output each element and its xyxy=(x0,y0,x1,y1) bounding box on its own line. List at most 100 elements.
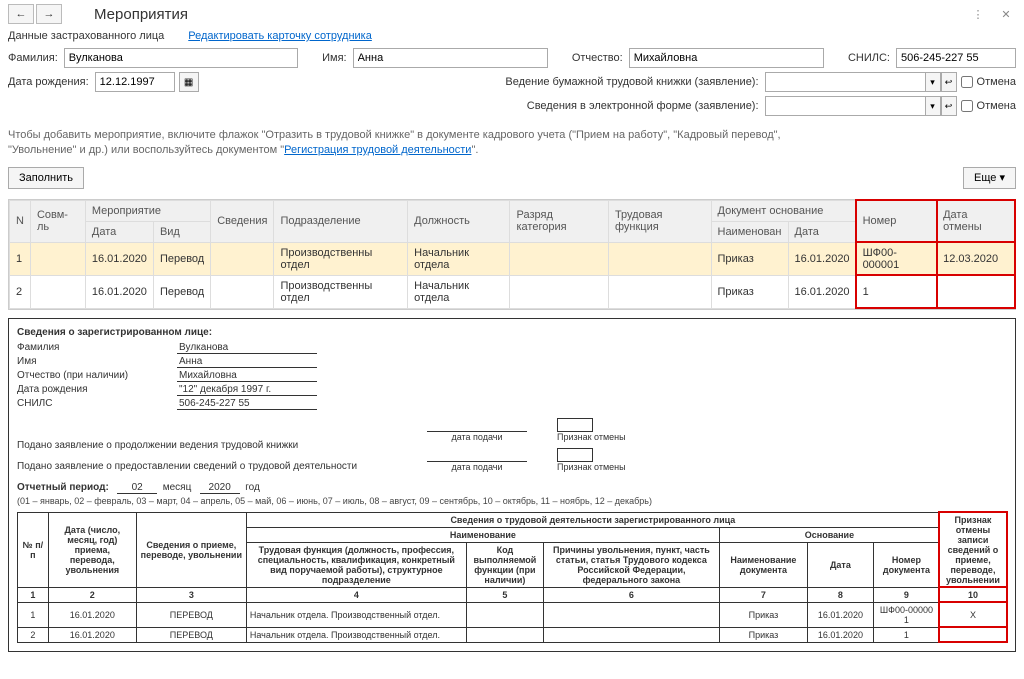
rth-dname: Наименование документа xyxy=(719,542,807,587)
table-row[interactable]: 2 16.01.2020 Перевод Производственны отд… xyxy=(10,275,1015,308)
rth-n4: 4 xyxy=(246,587,466,602)
cell: 1 xyxy=(856,275,937,308)
rep-month-lbl: месяц xyxy=(163,482,192,493)
col-docbase: Документ основание xyxy=(711,200,856,221)
cell: 16.01.2020 xyxy=(85,275,153,308)
cell: ШФ00-000001 xyxy=(856,242,937,275)
snils-label: СНИЛС: xyxy=(848,52,890,64)
rep-firstname-lbl: Имя xyxy=(17,356,177,368)
cell xyxy=(937,275,1015,308)
rth-n10: 10 xyxy=(939,587,1006,602)
cell: 1 xyxy=(10,242,31,275)
rep-patronymic-lbl: Отчество (при наличии) xyxy=(17,370,177,382)
report-table: № п/п Дата (число, месяц, год) приема, п… xyxy=(17,512,1007,643)
rep-month: 02 xyxy=(117,482,157,494)
rep-period-lbl: Отчетный период: xyxy=(17,482,109,493)
col-dept: Подразделение xyxy=(274,200,408,242)
rth-func: Трудовая функция (должность, профессия, … xyxy=(246,542,466,587)
table-row[interactable]: 1 16.01.2020 Перевод Производственны отд… xyxy=(10,242,1015,275)
col-n: N xyxy=(10,200,31,242)
rep-lastname: Вулканова xyxy=(177,342,317,354)
rep-birthdate: "12" декабря 1997 г. xyxy=(177,384,317,396)
rep-snils-lbl: СНИЛС xyxy=(17,398,177,410)
rep-datesub1: дата подачи xyxy=(427,432,527,442)
events-table[interactable]: N Совм-ль Мероприятие Сведения Подраздел… xyxy=(9,200,1015,309)
cell: Начальник отдела xyxy=(408,275,510,308)
calendar-icon[interactable]: ▦ xyxy=(179,72,199,92)
close-icon[interactable]: ✕ xyxy=(996,4,1016,24)
eform-cancel-label: Отмена xyxy=(977,100,1016,112)
snils-input[interactable] xyxy=(896,48,1016,68)
back-button[interactable]: ← xyxy=(8,4,34,24)
report-title: Сведения о зарегистрированном лице: xyxy=(17,327,1007,338)
eform-input[interactable] xyxy=(765,96,925,116)
rth-n2: 2 xyxy=(48,587,136,602)
patronymic-input[interactable] xyxy=(629,48,825,68)
rep-months: (01 – январь, 02 – февраль, 03 – март, 0… xyxy=(17,496,1007,506)
firstname-label: Имя: xyxy=(322,52,346,64)
more-button[interactable]: Еще ▾ xyxy=(963,167,1016,189)
info-line2b: ". xyxy=(471,144,478,156)
lastname-label: Фамилия: xyxy=(8,52,58,64)
eform-open[interactable]: ↩ xyxy=(941,96,957,116)
paperbook-dropdown[interactable]: ▾ xyxy=(925,72,941,92)
rep-year: 2020 xyxy=(200,482,240,494)
col-docdate: Дата xyxy=(788,221,856,242)
forward-button[interactable]: → xyxy=(36,4,62,24)
rep-app2: Подано заявление о предоставлении сведен… xyxy=(17,461,397,472)
rth-n7: 7 xyxy=(719,587,807,602)
col-cancel: Дата отмены xyxy=(937,200,1015,242)
rth-n3: 3 xyxy=(136,587,246,602)
rep-lastname-lbl: Фамилия xyxy=(17,342,177,354)
page-title: Мероприятия xyxy=(94,6,188,23)
patronymic-label: Отчество: xyxy=(572,52,623,64)
rth-n8: 8 xyxy=(807,587,873,602)
firstname-input[interactable] xyxy=(353,48,549,68)
paperbook-cancel-check[interactable] xyxy=(961,76,973,88)
col-date: Дата xyxy=(85,221,153,242)
rth-cancel: Признак отмены записи сведений о приеме,… xyxy=(939,512,1006,587)
col-info: Сведения xyxy=(211,200,274,242)
cell: 2 xyxy=(10,275,31,308)
paperbook-input[interactable] xyxy=(765,72,925,92)
rth-event: Сведения о приеме, переводе, увольнении xyxy=(136,512,246,587)
fill-button[interactable]: Заполнить xyxy=(8,167,84,189)
rth-npp: № п/п xyxy=(18,512,49,587)
menu-icon[interactable]: ⋮ xyxy=(968,4,988,24)
col-rank: Разряд категория xyxy=(510,200,608,242)
birthdate-input[interactable] xyxy=(95,72,175,92)
rth-naming: Наименование xyxy=(246,527,719,542)
cell: Перевод xyxy=(153,275,210,308)
cell: 12.03.2020 xyxy=(937,242,1015,275)
rth-date: Дата (число, месяц, год) приема, перевод… xyxy=(48,512,136,587)
paperbook-open[interactable]: ↩ xyxy=(941,72,957,92)
cell: Начальник отдела xyxy=(408,242,510,275)
rep-app1: Подано заявление о продолжении ведения т… xyxy=(17,440,397,451)
col-pos: Должность xyxy=(408,200,510,242)
rep-snils: 506-245-227 55 xyxy=(177,398,317,410)
eform-cancel-check[interactable] xyxy=(961,100,973,112)
more-label: Еще xyxy=(974,172,996,184)
report-panel: Сведения о зарегистрированном лице: Фами… xyxy=(8,318,1016,652)
cell: Приказ xyxy=(711,242,788,275)
birthdate-label: Дата рождения: xyxy=(8,76,89,88)
paperbook-cancel-label: Отмена xyxy=(977,76,1016,88)
cell: 16.01.2020 xyxy=(85,242,153,275)
cell: 16.01.2020 xyxy=(788,275,856,308)
col-kind: Вид xyxy=(153,221,210,242)
report-row: 1 16.01.2020 ПЕРЕВОД Начальник отдела. П… xyxy=(18,602,1007,627)
cell: 16.01.2020 xyxy=(788,242,856,275)
rth-title: Сведения о трудовой деятельности зарегис… xyxy=(246,512,939,527)
info-line2-wrap: "Увольнение" и др.) или воспользуйтесь д… xyxy=(8,143,1016,158)
rep-datesub2: дата подачи xyxy=(427,462,527,472)
eform-dropdown[interactable]: ▾ xyxy=(925,96,941,116)
info-line1: Чтобы добавить мероприятие, включите фла… xyxy=(8,128,1016,143)
rep-firstname: Анна xyxy=(177,356,317,368)
lastname-input[interactable] xyxy=(64,48,299,68)
col-num: Номер xyxy=(856,200,937,242)
cell: Производственны отдел xyxy=(274,275,408,308)
reg-activity-link[interactable]: Регистрация трудовой деятельности xyxy=(284,144,471,156)
cell: Производственны отдел xyxy=(274,242,408,275)
col-func: Трудовая функция xyxy=(608,200,711,242)
edit-employee-link[interactable]: Редактировать карточку сотрудника xyxy=(188,30,372,42)
